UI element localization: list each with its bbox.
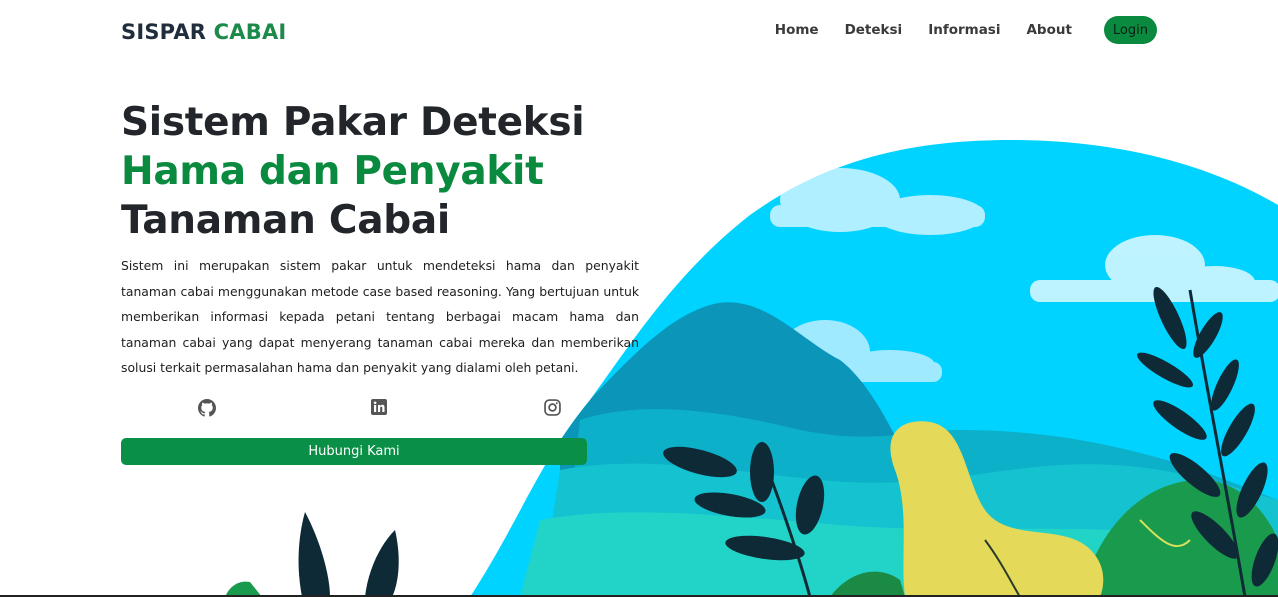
nav-link-informasi[interactable]: Informasi: [928, 22, 1000, 38]
social-links: [121, 399, 587, 419]
github-icon[interactable]: [198, 399, 216, 417]
hero-title-line2: Hama dan Penyakit: [121, 149, 544, 194]
hero-description: Sistem ini merupakan sistem pakar untuk …: [121, 258, 639, 375]
nav-link-about[interactable]: About: [1026, 22, 1071, 38]
hero-title-line3: Tanaman Cabai: [121, 198, 450, 243]
brand-logo[interactable]: SISPAR CABAI: [121, 20, 286, 44]
hero-section: Sistem Pakar Deteksi Hama dan Penyakit T…: [121, 98, 641, 381]
hero-title: Sistem Pakar Deteksi Hama dan Penyakit T…: [121, 98, 641, 245]
contact-us-button[interactable]: Hubungi Kami: [121, 438, 587, 465]
instagram-icon[interactable]: [544, 399, 562, 417]
hero-title-line1: Sistem Pakar Deteksi: [121, 100, 585, 145]
nav-link-home[interactable]: Home: [775, 22, 819, 38]
nav-link-deteksi[interactable]: Deteksi: [845, 22, 903, 38]
linkedin-icon[interactable]: [371, 399, 389, 417]
brand-name-part1: SISPAR: [121, 20, 207, 44]
login-button[interactable]: Login: [1103, 16, 1157, 44]
brand-name-part2: CABAI: [213, 20, 287, 44]
main-nav: Home Deteksi Informasi About Login: [775, 16, 1157, 44]
foreground-leaves-left: [298, 512, 399, 597]
